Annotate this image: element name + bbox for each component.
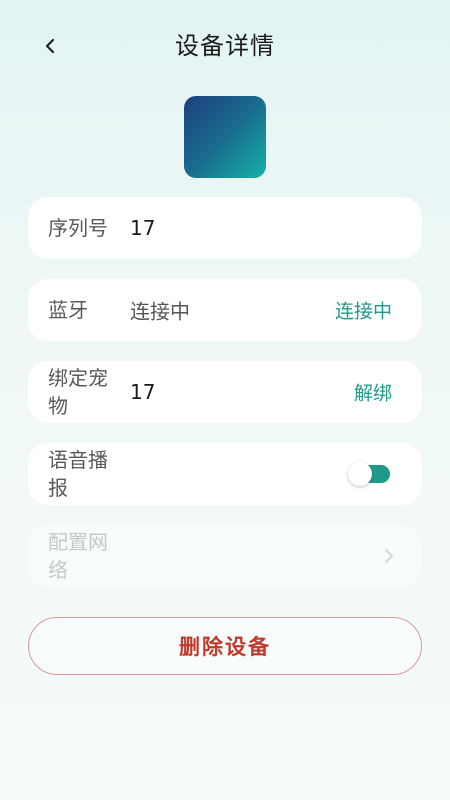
unbind-button[interactable]: 解绑	[354, 379, 392, 406]
voice-broadcast-label: 语音播报	[48, 448, 108, 500]
delete-device-button[interactable]: 删除设备	[28, 617, 422, 675]
serial-number-label: 序列号	[48, 216, 108, 240]
chevron-right-icon	[385, 549, 393, 563]
configure-network-row[interactable]: 配置网络	[28, 525, 422, 587]
bound-pet-label: 绑定宠物	[48, 366, 108, 418]
bluetooth-row: 蓝牙 连接中 连接中	[28, 279, 422, 341]
serial-number-value: 17	[130, 216, 156, 240]
voice-broadcast-row: 语音播报	[28, 443, 422, 505]
toggle-knob	[348, 462, 372, 486]
voice-broadcast-toggle[interactable]	[348, 462, 390, 486]
serial-number-row: 序列号 17	[28, 197, 422, 259]
page-title: 设备详情	[175, 32, 275, 60]
bluetooth-label: 蓝牙	[48, 298, 88, 322]
bound-pet-row: 绑定宠物 17 解绑	[28, 361, 422, 423]
configure-network-label: 配置网络	[48, 530, 108, 582]
header: 设备详情	[0, 0, 450, 90]
bound-pet-value: 17	[130, 380, 156, 404]
bluetooth-status: 连接中	[130, 299, 190, 324]
bluetooth-connect-button[interactable]: 连接中	[335, 297, 392, 324]
device-image	[184, 96, 266, 178]
